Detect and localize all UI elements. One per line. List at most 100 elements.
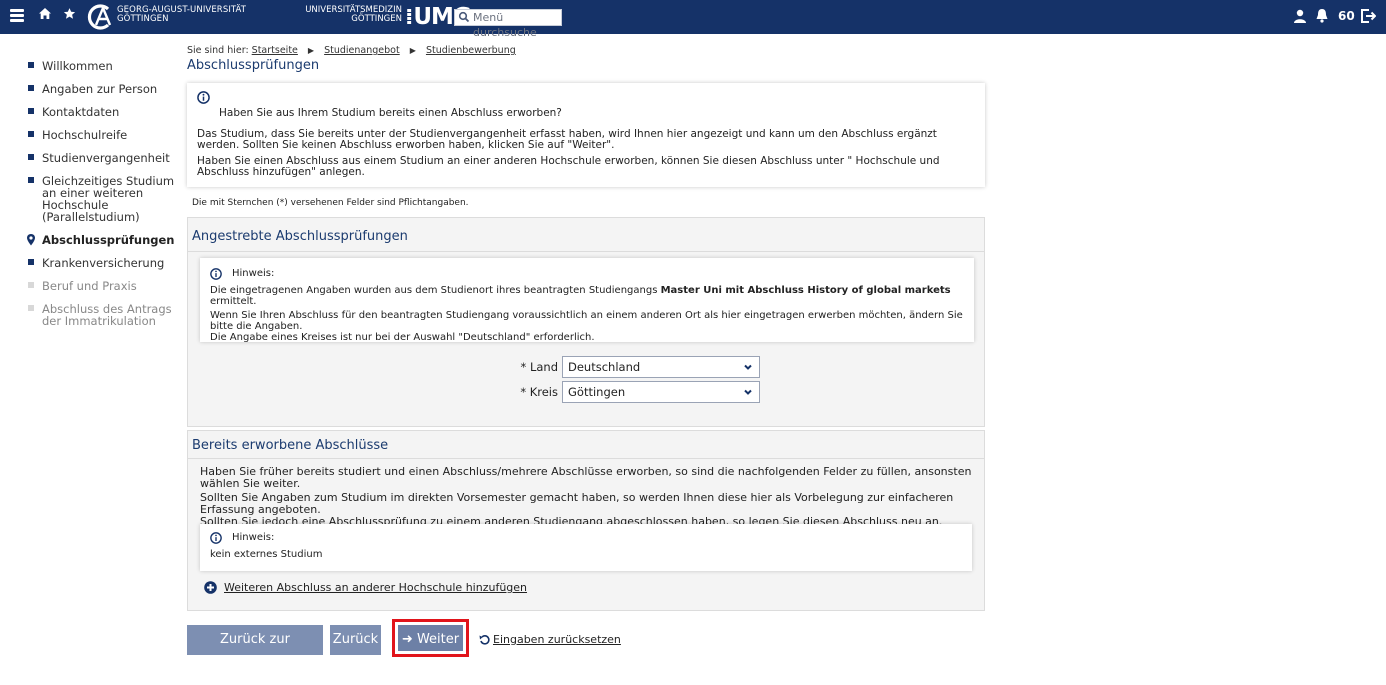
menu-search-input[interactable]: Menü durchsuche bbox=[454, 9, 562, 39]
sidebar-item-parallelstudium[interactable]: Gleichzeitiges Studium an einer weiteren… bbox=[28, 175, 178, 223]
add-degree-link[interactable]: Weiteren Abschluss an anderer Hochschule… bbox=[204, 581, 527, 594]
existing-degrees-text: Haben Sie früher bereits studiert und ei… bbox=[200, 465, 972, 490]
hint-box: Hinweis: kein externes Studium bbox=[200, 524, 972, 571]
divider bbox=[188, 458, 984, 459]
sidebar-item-abschlusspruefungen[interactable]: Abschlussprüfungen bbox=[27, 233, 178, 247]
info-icon bbox=[197, 91, 210, 104]
intro-paragraph-1: Das Studium, dass Sie bereits unter der … bbox=[197, 128, 937, 151]
chevron-right-icon: ▶ bbox=[307, 46, 315, 55]
search-placeholder: Menü durchsuche bbox=[473, 11, 537, 39]
chevron-right-icon: ▶ bbox=[409, 46, 416, 55]
square-bullet-icon bbox=[28, 62, 34, 68]
kreis-label: * Kreis bbox=[520, 385, 558, 399]
sidebar-item-label: Willkommen bbox=[42, 59, 113, 73]
info-icon bbox=[210, 532, 222, 544]
kreis-selected-value: Göttingen bbox=[568, 385, 626, 399]
existing-degrees-text-line: Sollten Sie Angaben zum Studium im direk… bbox=[200, 491, 954, 516]
user-icon[interactable] bbox=[1293, 9, 1307, 23]
star-icon[interactable] bbox=[63, 6, 76, 24]
info-icon bbox=[210, 268, 222, 280]
page-title: Abschlussprüfungen bbox=[187, 58, 320, 73]
search-icon bbox=[458, 11, 470, 23]
hint-text-change: Wenn Sie Ihren Abschluss für den beantra… bbox=[210, 310, 970, 343]
target-degree-panel: Angestrebte Abschlussprüfungen Hinweis: … bbox=[187, 217, 985, 427]
hint-label: Hinweis: bbox=[232, 268, 275, 279]
university-name: GEORG-AUGUST-UNIVERSITÄT GÖTTINGEN bbox=[117, 6, 246, 24]
next-button-label: Weiter bbox=[416, 632, 460, 647]
land-label: * Land bbox=[520, 360, 558, 374]
breadcrumb-link-studienbewerbung[interactable]: Studienbewerbung bbox=[426, 45, 516, 56]
kreis-select[interactable]: Göttingen bbox=[562, 381, 760, 403]
umg-name: UNIVERSITÄTSMEDIZIN GÖTTINGEN bbox=[290, 6, 402, 24]
hint-text: kein externes Studium bbox=[210, 549, 323, 560]
reset-link-label: Eingaben zurücksetzen bbox=[493, 633, 621, 646]
breadcrumb-link-studienangebot[interactable]: Studienangebot bbox=[324, 45, 400, 56]
umg-name-line2: GÖTTINGEN bbox=[351, 14, 402, 24]
chevron-down-icon bbox=[744, 364, 752, 370]
back-button[interactable]: Zurück bbox=[330, 625, 381, 655]
breadcrumb-link-startseite[interactable]: Startseite bbox=[252, 45, 298, 56]
land-select[interactable]: Deutschland bbox=[562, 356, 760, 378]
sidebar-item-label: Gleichzeitiges Studium an einer weiteren… bbox=[42, 174, 175, 224]
hint-box: Hinweis: Die eingetragenen Angaben wurde… bbox=[200, 258, 974, 343]
reset-inputs-link[interactable]: Eingaben zurücksetzen bbox=[479, 633, 621, 646]
sidebar-item-kontaktdaten[interactable]: Kontaktdaten bbox=[28, 106, 178, 118]
sidebar-item-label: Beruf und Praxis bbox=[42, 279, 137, 293]
university-name-line2: GÖTTINGEN bbox=[117, 14, 169, 24]
square-bullet-icon bbox=[28, 177, 34, 183]
sidebar-item-angaben-zur-person[interactable]: Angaben zur Person bbox=[28, 83, 178, 95]
intro-paragraph-2: Haben Sie einen Abschluss aus einem Stud… bbox=[197, 155, 940, 178]
panel-title: Bereits erworbene Abschlüsse bbox=[192, 438, 389, 453]
breadcrumb: Sie sind hier: Startseite ▶ Studienangeb… bbox=[187, 45, 516, 56]
add-degree-link-label: Weiteren Abschluss an anderer Hochschule… bbox=[224, 581, 528, 594]
sidebar-item-beruf-und-praxis: Beruf und Praxis bbox=[28, 280, 178, 292]
sidebar-item-label: Angaben zur Person bbox=[42, 82, 158, 96]
program-name: Master Uni mit Abschluss History of glob… bbox=[660, 285, 951, 296]
hint-text: Die eingetragenen Angaben wurden aus dem… bbox=[210, 285, 661, 296]
arrow-right-icon: ➜ bbox=[401, 632, 417, 647]
square-bullet-icon bbox=[28, 282, 34, 288]
square-bullet-icon bbox=[28, 305, 34, 311]
square-bullet-icon bbox=[28, 85, 34, 91]
notification-count[interactable]: 60 bbox=[1338, 9, 1355, 23]
logout-icon[interactable] bbox=[1360, 9, 1376, 23]
breadcrumb-prefix: Sie sind hier: bbox=[187, 45, 249, 56]
reset-icon bbox=[479, 635, 490, 645]
sidebar-item-krankenversicherung[interactable]: Krankenversicherung bbox=[28, 257, 178, 269]
existing-degrees-panel: Bereits erworbene Abschlüsse Haben Sie f… bbox=[187, 430, 985, 611]
university-logo[interactable] bbox=[86, 3, 114, 31]
intro-info-box: Haben Sie aus Ihrem Studium bereits eine… bbox=[187, 83, 985, 187]
location-pin-icon bbox=[27, 234, 35, 246]
sidebar-item-abschluss-antrag: Abschluss des Antrags der Immatrikulatio… bbox=[28, 303, 178, 327]
sidebar-item-studienvergangenheit[interactable]: Studienvergangenheit bbox=[28, 152, 178, 164]
sidebar-item-label: Kontaktdaten bbox=[42, 105, 120, 119]
square-bullet-icon bbox=[28, 154, 34, 160]
hint-text-origin: Die eingetragenen Angaben wurden aus dem… bbox=[210, 285, 970, 307]
hint-text: Die Angabe eines Kreises ist nur bei der… bbox=[210, 332, 595, 343]
hint-label: Hinweis: bbox=[232, 532, 275, 543]
panel-title: Angestrebte Abschlussprüfungen bbox=[192, 229, 408, 244]
sidebar-item-label: Abschluss des Antrags der Immatrikulatio… bbox=[42, 302, 172, 328]
sidebar-navigation: Willkommen Angaben zur Person Kontaktdat… bbox=[27, 60, 178, 338]
land-selected-value: Deutschland bbox=[568, 360, 641, 374]
sidebar-item-label: Krankenversicherung bbox=[42, 256, 165, 270]
sidebar-item-hochschulreife[interactable]: Hochschulreife bbox=[28, 129, 178, 141]
intro-question: Haben Sie aus Ihrem Studium bereits eine… bbox=[219, 107, 562, 119]
home-icon[interactable] bbox=[38, 6, 52, 24]
top-navigation-bar: GEORG-AUGUST-UNIVERSITÄT GÖTTINGEN UNIVE… bbox=[0, 0, 1386, 39]
sidebar-item-label: Hochschulreife bbox=[42, 128, 128, 142]
back-to-overview-button[interactable]: Zurück zur Übersicht bbox=[187, 625, 323, 677]
square-bullet-icon bbox=[28, 108, 34, 114]
menu-icon[interactable] bbox=[10, 9, 24, 23]
hint-text: Wenn Sie Ihren Abschluss für den beantra… bbox=[210, 310, 963, 332]
next-button-highlight: ➜ Weiter bbox=[392, 619, 469, 657]
sidebar-item-label: Studienvergangenheit bbox=[42, 151, 170, 165]
square-bullet-icon bbox=[28, 131, 34, 137]
plus-circle-icon bbox=[204, 581, 217, 594]
hint-text: ermittelt. bbox=[210, 296, 257, 307]
bell-icon[interactable] bbox=[1315, 8, 1329, 23]
required-fields-note: Die mit Sternchen (*) versehenen Felder … bbox=[192, 198, 469, 208]
sidebar-item-label: Abschlussprüfungen bbox=[42, 233, 175, 247]
sidebar-item-willkommen[interactable]: Willkommen bbox=[28, 60, 178, 72]
next-button[interactable]: ➜ Weiter bbox=[398, 625, 463, 651]
